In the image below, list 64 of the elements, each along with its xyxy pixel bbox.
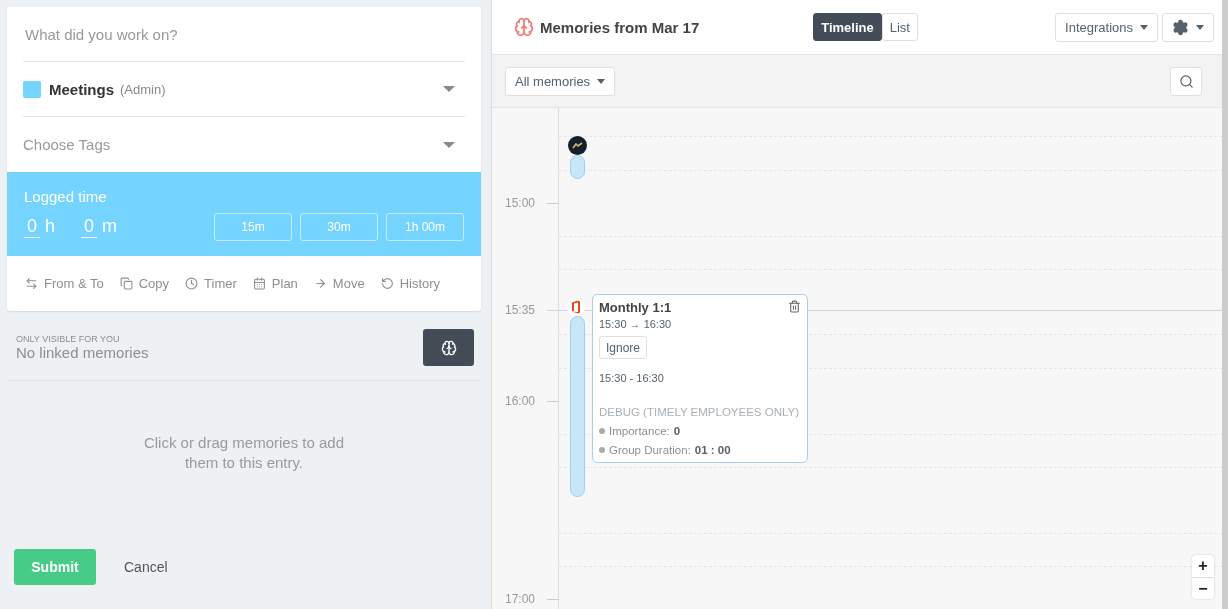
brain-icon [514,17,534,37]
range-icon [25,277,38,290]
submit-button[interactable]: Submit [14,549,96,585]
action-button[interactable]: Timer [185,276,237,291]
tags-select[interactable]: Choose Tags [23,117,465,172]
cancel-button[interactable]: Cancel [118,558,174,576]
app-icon [568,136,587,155]
bullet-icon [599,447,605,453]
zoom-button[interactable]: + [1192,555,1214,577]
linked-memories-title: No linked memories [16,344,149,361]
view-tab[interactable]: Timeline [813,13,882,41]
debug-value: 01 : 00 [694,444,731,456]
empty-hint: Click or drag memories to add them to this entry. [142,433,346,473]
debug-value: 0 [673,425,681,437]
filter-dropdown[interactable]: All memories [505,66,616,96]
time-label: 15:00 [505,196,536,210]
history-icon [380,277,394,290]
hours-unit: h [45,216,56,238]
memory-title: Monthly 1:1 [599,300,672,315]
caret-icon [443,86,455,92]
memory-range: 15:30 → 16:30 [599,318,672,330]
ignore-button[interactable]: Ignore [599,336,648,359]
action-button[interactable]: From & To [25,276,104,291]
action-button[interactable]: Copy [119,276,170,291]
debug-label: Importance: [609,425,670,437]
memory-time: 15:30 - 16:30 [599,372,664,384]
debug-title: DEBUG (TIMELY EMPLOYEES ONLY) [599,406,800,418]
copy-icon [119,277,133,290]
action-button[interactable]: History [380,276,441,291]
logged-time-title: Logged time [24,188,108,205]
caret-icon [1140,24,1148,30]
zoom-button[interactable]: − [1192,577,1214,599]
timer-icon [185,277,199,290]
visibility-caption: ONLY VISIBLE FOR YOU [16,334,121,344]
action-button[interactable]: Plan [252,276,298,291]
time-label: 15:35 [505,303,536,317]
settings-button[interactable] [1162,12,1214,42]
caret-icon [443,141,455,148]
move-icon [313,277,327,290]
memory-card[interactable]: Monthly 1:1 15:30 → 16:30 Ignore 15:30 - 16:30 DEBUG (TIMELY EMPLOYEES ONLY) Importance: 0 Group Duration: 01 : 00 [592,294,808,463]
office-icon [567,298,585,316]
search-button[interactable] [1170,66,1202,96]
delete-icon[interactable] [788,300,801,313]
description-field[interactable]: What did you work on? [23,24,465,44]
tags-placeholder: Choose Tags [23,136,111,153]
minutes-unit: m [102,216,118,238]
panel-title: Memories from Mar 17 [540,18,700,36]
bullet-icon [599,428,605,434]
project-client: (Admin) [120,81,166,97]
view-tab[interactable]: List [881,13,918,41]
plan-icon [252,277,266,290]
memories-button[interactable] [423,329,474,366]
action-button[interactable]: Move [313,276,365,291]
brain-icon [440,339,457,356]
settings-icon [1172,18,1189,36]
search-icon [1178,73,1194,89]
project-name: Meetings [49,80,114,98]
time-label: 16:00 [505,394,536,408]
debug-label: Group Duration: [609,444,691,456]
project-select[interactable]: Meetings (Admin) [23,62,465,117]
time-label: 17:00 [505,592,536,606]
integrations-button[interactable]: Integrations [1055,12,1158,42]
caret-icon [597,78,606,84]
caret-icon [1196,24,1204,30]
